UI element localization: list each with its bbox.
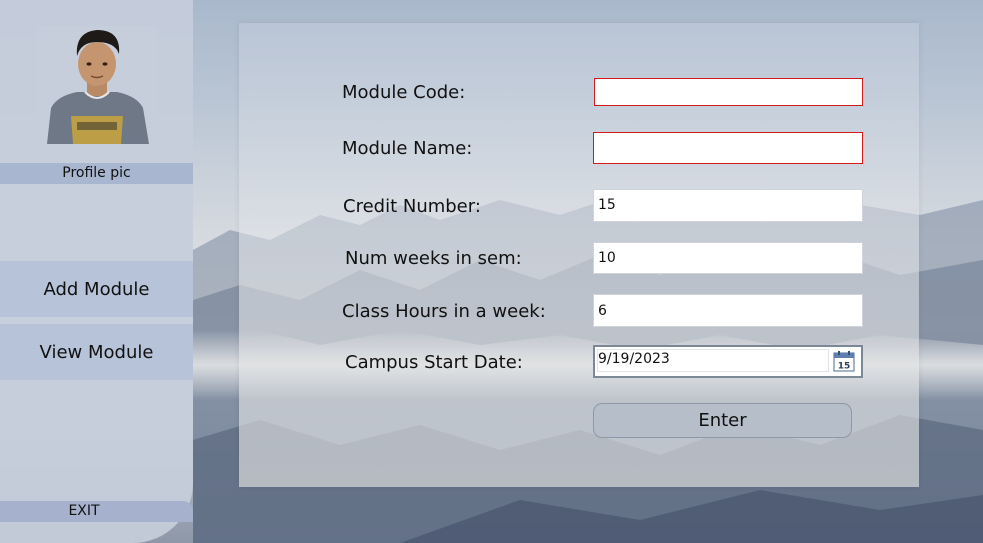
add-module-button[interactable]: Add Module: [0, 261, 193, 317]
calendar-icon[interactable]: 15: [833, 350, 855, 372]
weeks-in-sem-label: Num weeks in sem:: [345, 248, 522, 269]
module-name-input[interactable]: [593, 132, 863, 164]
avatar: [37, 26, 157, 144]
start-date-picker[interactable]: 9/19/2023 15: [593, 345, 863, 378]
weeks-in-sem-input[interactable]: [593, 242, 863, 274]
credit-number-input[interactable]: [593, 189, 863, 222]
enter-button[interactable]: Enter: [593, 403, 852, 438]
view-module-button[interactable]: View Module: [0, 324, 193, 380]
credit-number-label: Credit Number:: [343, 196, 481, 217]
module-name-label: Module Name:: [342, 138, 473, 159]
start-date-value: 9/19/2023: [598, 351, 670, 367]
profile-pic-label: Profile pic: [0, 163, 193, 184]
sidebar: Profile pic Add Module View Module EXIT: [0, 0, 193, 543]
class-hours-label: Class Hours in a week:: [342, 301, 546, 322]
calendar-icon-day: 15: [838, 362, 851, 372]
start-date-label: Campus Start Date:: [345, 352, 523, 373]
module-code-input[interactable]: [594, 78, 863, 106]
exit-button[interactable]: EXIT: [0, 501, 193, 522]
class-hours-input[interactable]: [593, 294, 863, 327]
module-code-label: Module Code:: [342, 82, 466, 103]
app-window: Profile pic Add Module View Module EXIT …: [0, 0, 983, 543]
